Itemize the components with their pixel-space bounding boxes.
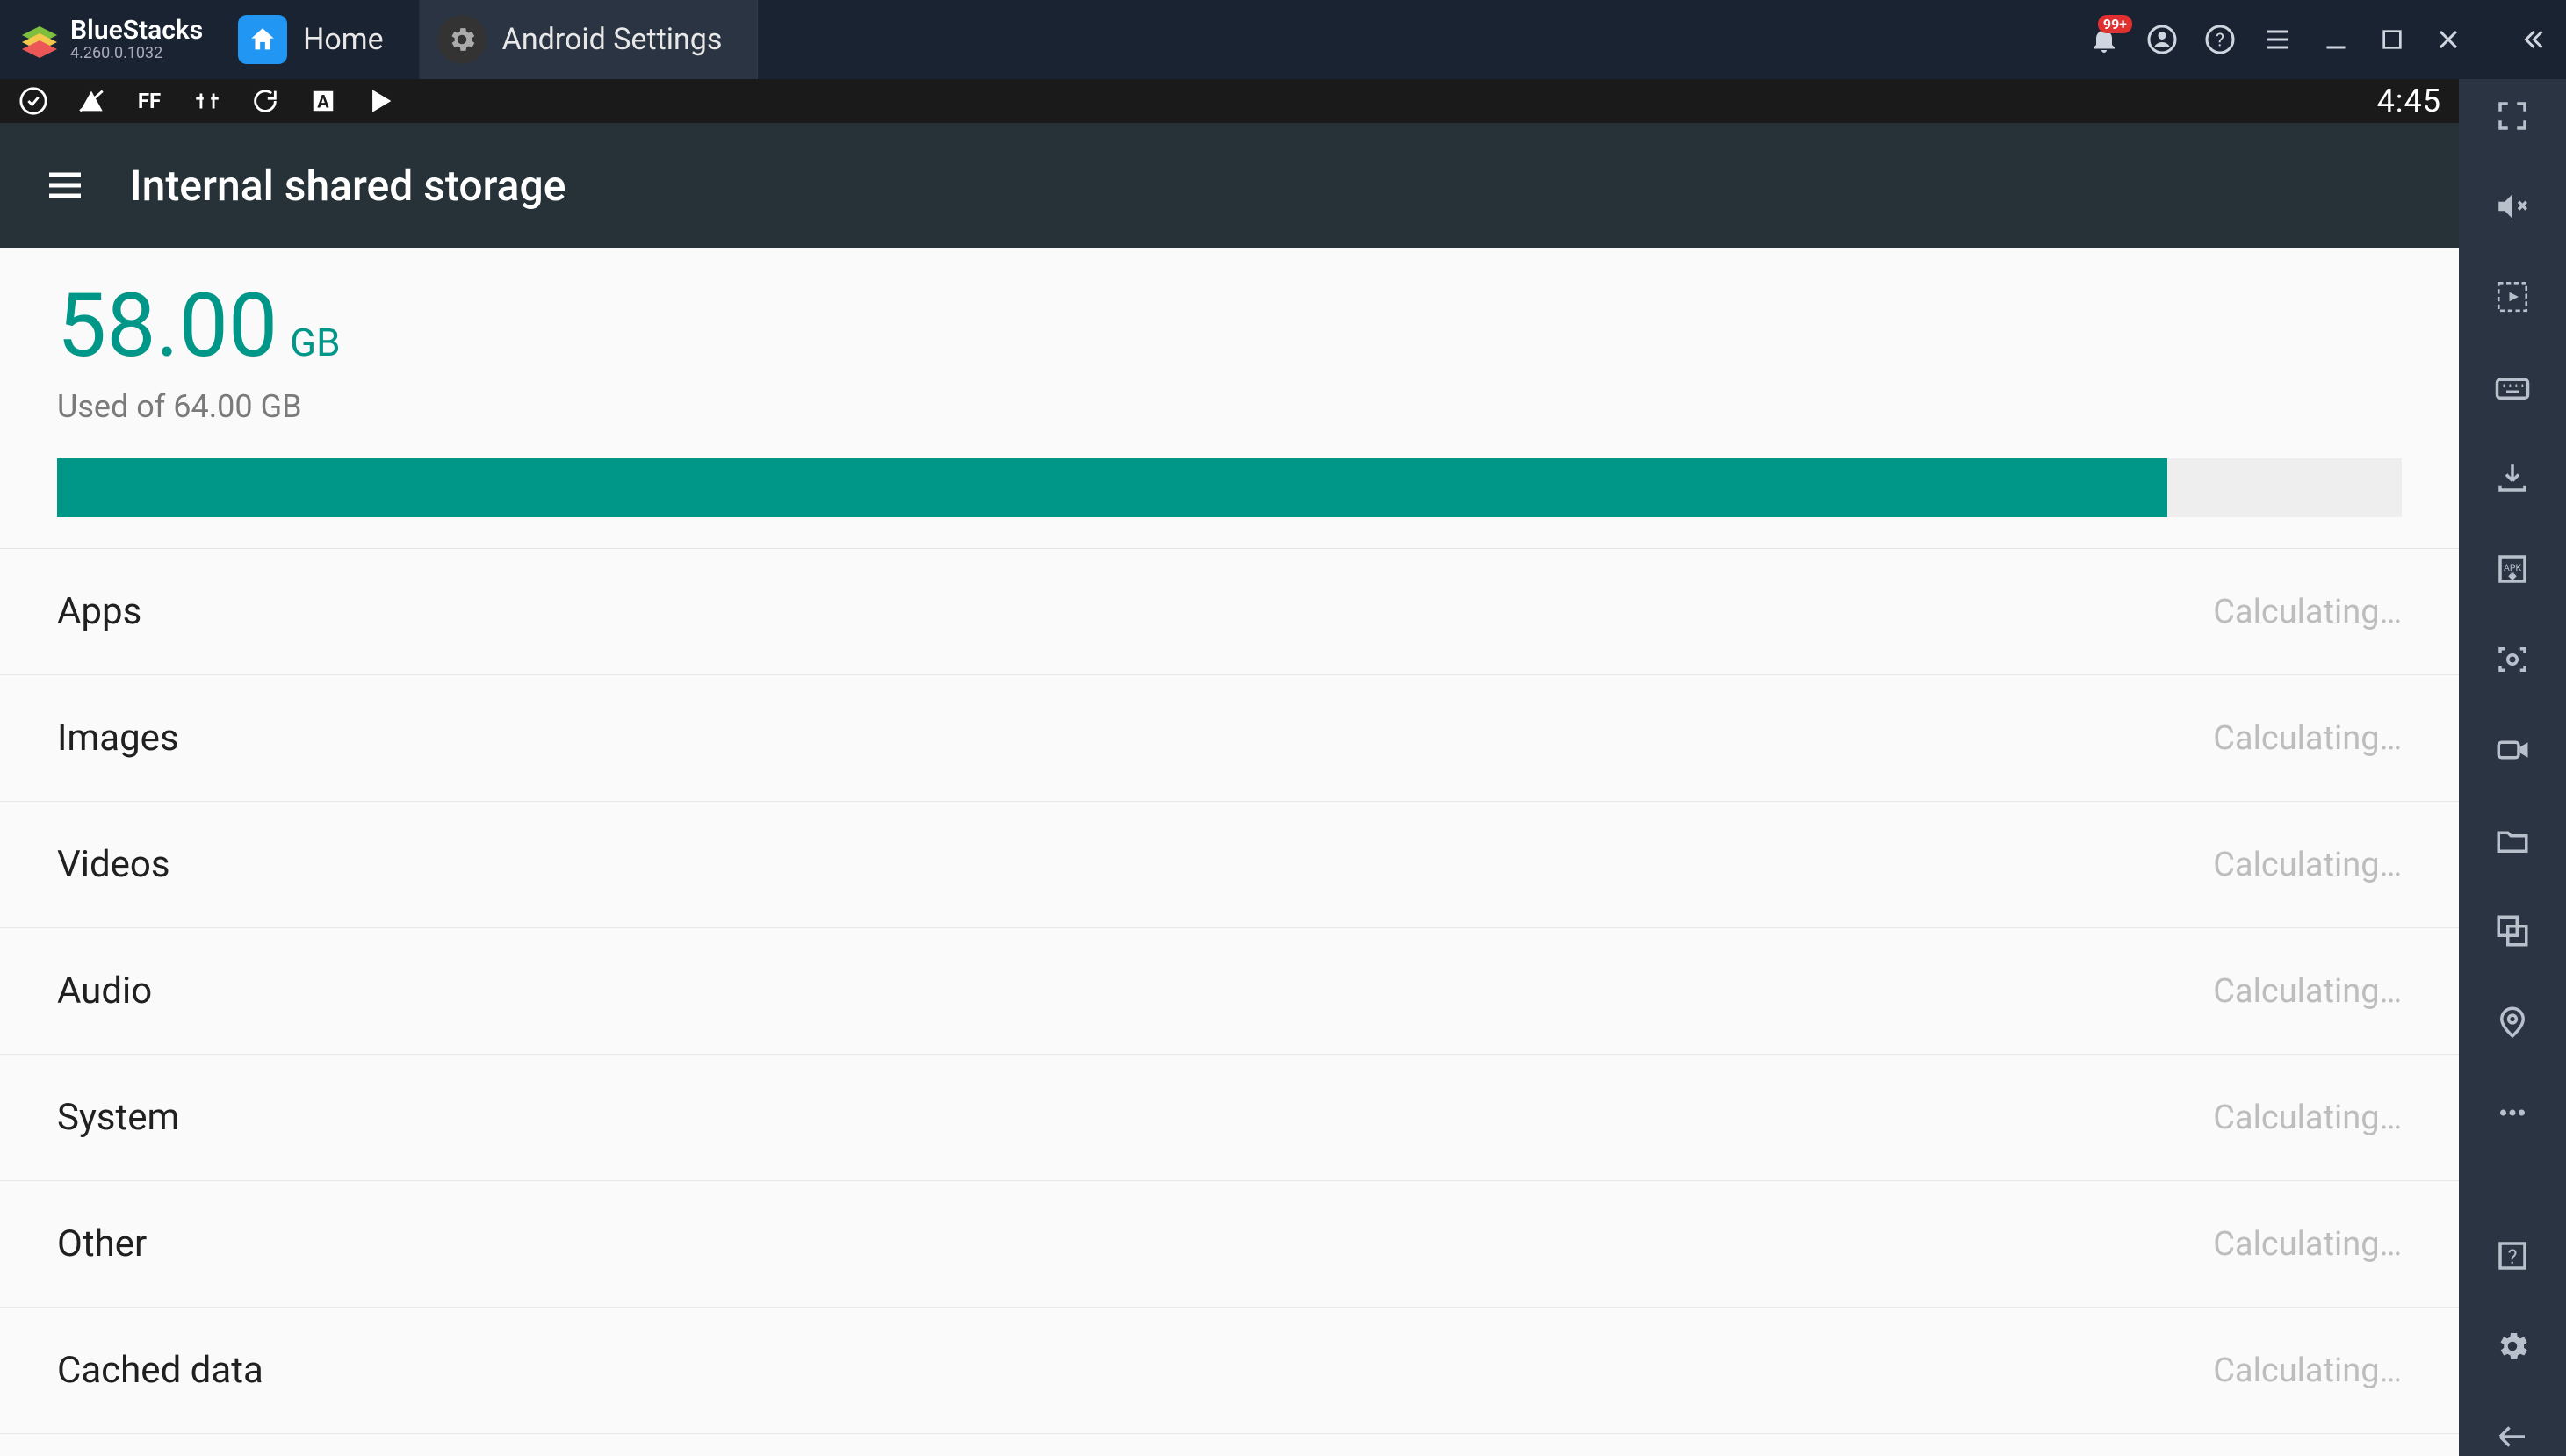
storage-progress bbox=[57, 458, 2402, 517]
tab-android-settings[interactable]: Android Settings bbox=[420, 0, 759, 79]
status-icon-1 bbox=[18, 85, 49, 117]
status-icon-refresh bbox=[249, 85, 281, 117]
category-name: Other bbox=[57, 1222, 147, 1265]
category-name: Videos bbox=[57, 843, 170, 886]
settings-icon[interactable] bbox=[2486, 1328, 2539, 1366]
multi-instance-icon[interactable] bbox=[2486, 912, 2539, 950]
category-list: Apps Calculating… Images Calculating… Vi… bbox=[0, 549, 2459, 1456]
storage-summary: 58.00 GB Used of 64.00 GB bbox=[0, 248, 2459, 549]
gear-icon bbox=[437, 15, 487, 64]
svg-text:?: ? bbox=[2216, 31, 2224, 52]
page-title: Internal shared storage bbox=[130, 161, 566, 211]
titlebar: BlueStacks 4.260.0.1032 Home Android Set… bbox=[0, 0, 2566, 79]
used-unit: GB bbox=[290, 320, 340, 365]
screenshot-icon[interactable] bbox=[2486, 640, 2539, 678]
category-value: Calculating… bbox=[2213, 1351, 2402, 1390]
category-value: Calculating… bbox=[2213, 593, 2402, 631]
bluestacks-logo-icon bbox=[18, 18, 61, 61]
keyboard-icon[interactable] bbox=[2486, 369, 2539, 407]
category-apps[interactable]: Apps Calculating… bbox=[0, 549, 2459, 675]
keymap-icon[interactable] bbox=[2486, 278, 2539, 315]
category-value: Calculating… bbox=[2213, 719, 2402, 758]
volume-mute-icon[interactable] bbox=[2486, 187, 2539, 225]
category-name: Apps bbox=[57, 590, 141, 633]
used-amount: 58.00 bbox=[57, 283, 278, 371]
account-icon[interactable] bbox=[2146, 24, 2178, 55]
category-value: Calculating… bbox=[2213, 1099, 2402, 1137]
notification-badge: 99+ bbox=[2098, 15, 2132, 33]
category-value: Calculating… bbox=[2213, 972, 2402, 1011]
status-icon-2 bbox=[76, 85, 107, 117]
install-apk-icon[interactable] bbox=[2486, 459, 2539, 497]
notifications-icon[interactable]: 99+ bbox=[2088, 24, 2120, 55]
minimize-icon[interactable] bbox=[2320, 24, 2352, 55]
svg-text:?: ? bbox=[2508, 1245, 2518, 1269]
right-sidebar: APK ? bbox=[2459, 79, 2566, 1456]
category-other[interactable]: Other Calculating… bbox=[0, 1181, 2459, 1308]
category-name: Audio bbox=[57, 969, 152, 1013]
tabs: Home Android Settings bbox=[220, 0, 758, 79]
category-images[interactable]: Images Calculating… bbox=[0, 675, 2459, 802]
tab-label: Android Settings bbox=[502, 22, 723, 57]
hamburger-icon[interactable] bbox=[44, 164, 86, 206]
category-value: Calculating… bbox=[2213, 1225, 2402, 1264]
total-label: Used of 64.00 GB bbox=[57, 388, 2402, 425]
tab-home[interactable]: Home bbox=[220, 0, 420, 79]
category-name: Cached data bbox=[57, 1349, 263, 1392]
help-icon[interactable]: ? bbox=[2204, 24, 2236, 55]
fullscreen-icon[interactable] bbox=[2486, 97, 2539, 134]
category-value: Calculating… bbox=[2213, 846, 2402, 884]
storage-progress-fill bbox=[57, 458, 2167, 517]
location-icon[interactable] bbox=[2486, 1003, 2539, 1041]
status-time: 4:45 bbox=[2377, 83, 2441, 119]
category-cached-data[interactable]: Cached data Calculating… bbox=[0, 1308, 2459, 1434]
apk-icon[interactable]: APK bbox=[2486, 550, 2539, 587]
category-videos[interactable]: Videos Calculating… bbox=[0, 802, 2459, 928]
home-icon bbox=[238, 15, 287, 64]
more-icon[interactable] bbox=[2486, 1093, 2539, 1131]
collapse-sidebar-icon[interactable] bbox=[2517, 24, 2548, 55]
menu-icon[interactable] bbox=[2262, 24, 2294, 55]
record-icon[interactable] bbox=[2486, 731, 2539, 768]
status-icon-a: A bbox=[307, 85, 339, 117]
app-version: 4.260.0.1032 bbox=[70, 46, 203, 61]
app-bar: Internal shared storage bbox=[0, 123, 2459, 248]
storage-content: 58.00 GB Used of 64.00 GB Apps Calculati… bbox=[0, 248, 2459, 1456]
category-system[interactable]: System Calculating… bbox=[0, 1055, 2459, 1181]
back-icon[interactable] bbox=[2486, 1418, 2539, 1456]
category-name: Images bbox=[57, 717, 179, 760]
android-status-bar: FF A 4:45 bbox=[0, 79, 2459, 123]
maximize-icon[interactable] bbox=[2378, 25, 2406, 54]
close-icon[interactable] bbox=[2433, 24, 2464, 55]
svg-text:A: A bbox=[317, 91, 329, 112]
logo-area: BlueStacks 4.260.0.1032 bbox=[9, 18, 212, 61]
android-screen: FF A 4:45 Internal shared s bbox=[0, 79, 2459, 1456]
category-name: System bbox=[57, 1096, 179, 1139]
category-audio[interactable]: Audio Calculating… bbox=[0, 928, 2459, 1055]
status-icon-play bbox=[365, 85, 397, 117]
app-name: BlueStacks bbox=[70, 18, 203, 44]
tab-label: Home bbox=[303, 22, 384, 57]
folder-icon[interactable] bbox=[2486, 822, 2539, 860]
shortcuts-help-icon[interactable]: ? bbox=[2486, 1236, 2539, 1274]
svg-text:APK: APK bbox=[2504, 561, 2521, 573]
status-icon-ff: FF bbox=[133, 85, 165, 117]
status-icon-4 bbox=[191, 85, 223, 117]
